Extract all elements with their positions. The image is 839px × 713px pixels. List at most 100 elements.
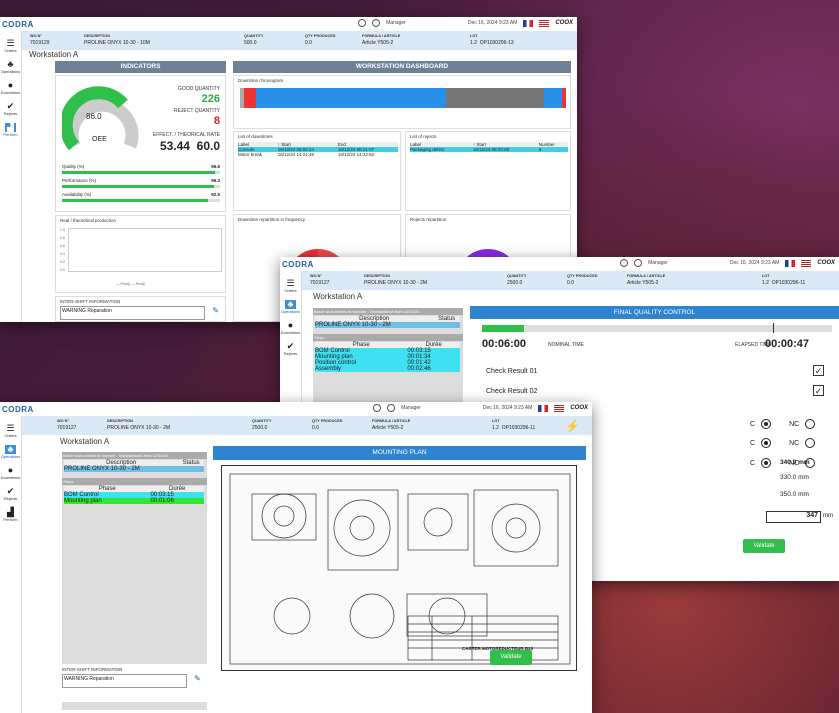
user-icon[interactable] <box>634 259 643 267</box>
nav-rejects[interactable]: ✔ Rejects <box>284 342 297 357</box>
nav-downtimes[interactable]: ● Downtimes <box>1 80 21 96</box>
list-icon: ☰ <box>286 278 295 288</box>
check-label-1: Check Result 01 <box>486 368 538 375</box>
flag-fr-icon[interactable] <box>785 259 796 267</box>
flag-us-icon[interactable] <box>539 19 550 27</box>
check-box-2[interactable]: ✓ <box>813 385 824 396</box>
list-icon: ☰ <box>6 38 15 48</box>
lot: 1.2 OP1030296-13 <box>470 40 514 46</box>
mounting-plan-window: CODRA Manager Dec 16, 2024 9:23 AM COOX … <box>0 402 592 713</box>
drawing-lines <box>229 473 571 665</box>
flag-us-icon[interactable] <box>801 259 812 267</box>
operations-icon: ♣ <box>4 445 16 454</box>
validate-button[interactable]: Validate <box>490 650 532 665</box>
nav-rejects[interactable]: ✔ Rejects <box>4 487 17 502</box>
operations-icon: ♣ <box>284 300 296 309</box>
top-bar: CODRA Manager Dec 16, 2024 9:23 AM COOX <box>280 257 839 271</box>
reject-icon: ✔ <box>6 101 15 111</box>
top-bar: CODRA Manager Dec 16, 2024 9:23 AM COOX <box>0 402 592 416</box>
table-row[interactable]: Motor break 16/12/24 14:21:46 16/12/24 14:… <box>238 152 398 157</box>
radio-c[interactable] <box>761 458 772 468</box>
kpi-bar: Performance (%) 96.3 <box>62 178 220 192</box>
nav-downtimes[interactable]: ● Downtimes <box>1 466 21 481</box>
quantity: 500.0 <box>244 40 257 46</box>
indicators-title: INDICATORS <box>55 61 226 73</box>
nav-orders[interactable]: ☰ Orders <box>4 424 16 439</box>
cnc-row: C NC <box>750 419 816 429</box>
flag-us-icon[interactable] <box>554 404 565 412</box>
step-row[interactable]: Mounting plan 00:01:06 <box>64 498 204 504</box>
app-logo: CODRA <box>2 404 34 414</box>
stop-icon: ● <box>7 80 14 90</box>
lightning-icon[interactable]: ⚡ <box>565 419 580 433</box>
table-row[interactable]: Packaging defect 16/12/24 08:20:00 8 <box>410 147 568 152</box>
y-tick: 0.4 <box>60 252 65 256</box>
workstation-title: Workstation A <box>60 437 110 446</box>
info-icon[interactable] <box>373 404 382 412</box>
step-row[interactable]: Assembly 00:02:46 <box>315 366 460 372</box>
flag-fr-icon[interactable] <box>538 404 549 412</box>
production-plot <box>68 228 222 272</box>
check-box-1[interactable]: ✓ <box>813 365 824 376</box>
nav-rejects[interactable]: ✔ Rejects <box>4 101 17 117</box>
rejects-table: Label ↑ Start Number Packaging defect 16/12/… <box>410 142 568 152</box>
datetime: Dec 16, 2024 9:23 AM <box>467 20 518 26</box>
order-header: WO N° 7019129 DESCRIPTION PROLINE ONYX 10-… <box>22 31 577 50</box>
edit-pencil-icon[interactable]: ✎ <box>212 306 219 315</box>
app-logo: CODRA <box>282 259 314 269</box>
measure-value: 330.0 mm <box>780 474 809 481</box>
edit-pencil-icon[interactable]: ✎ <box>194 674 201 683</box>
kpi-bar: Availability (%) 92.5 <box>62 192 220 206</box>
nav-downtimes[interactable]: ● Downtimes <box>281 320 301 336</box>
radio-c[interactable] <box>761 438 772 448</box>
formula: Article Y505-2 <box>362 40 394 46</box>
sidebar: ☰ Orders ♣ Operations ● Downtimes ✔ Rejects … <box>0 31 22 322</box>
inter-shift-text[interactable]: WARNING Reparation <box>60 306 205 320</box>
nav-orders[interactable]: ☰ Orders <box>4 38 16 54</box>
batch-row[interactable]: PROLINE ONYX 10-30 - 2M <box>64 466 204 472</box>
batch-panel: Batch work entries to execute - Workstat… <box>313 308 463 408</box>
y-tick: 0.2 <box>60 260 65 264</box>
nav-orders[interactable]: ☰ Orders <box>284 278 296 294</box>
nav-operations[interactable]: ♣ Operations <box>281 300 301 315</box>
technical-drawing: CARTER MOTOREDUCTEUR B20 <box>221 465 577 671</box>
nav-operations[interactable]: ♣ Operations <box>1 445 21 460</box>
y-tick: 0.0 <box>60 268 65 272</box>
measure-value: 350.0 mm <box>780 491 809 498</box>
info-icon[interactable] <box>620 259 629 267</box>
nav-perform[interactable]: ▟ Perform <box>3 508 17 523</box>
nav-operations[interactable]: ♣ Operations <box>1 60 21 75</box>
info-icon[interactable] <box>358 19 367 27</box>
top-bar: CODRA Manager Dec 16, 2024 9:23 AM COOX <box>0 17 577 31</box>
user-icon[interactable] <box>387 404 396 412</box>
gauge-value: 86.0 <box>86 112 102 121</box>
radio-nc[interactable] <box>805 419 816 429</box>
mounting-title: MOUNTING PLAN <box>213 446 586 460</box>
workstation-title: Workstation A <box>313 292 363 301</box>
dashboard-title: WORKSTATION DASHBOARD <box>233 61 571 73</box>
cnc-row: C NC <box>750 438 816 448</box>
time-progress <box>482 323 832 333</box>
sidebar: ☰ Orders ♣ Operations ● Downtimes ✔ Rejects … <box>0 416 22 713</box>
order-header: WO N° 7019127 DESCRIPTION PROLINE ONYX 10-… <box>302 271 839 290</box>
description: PROLINE ONYX 10-30 - 10M <box>84 40 150 46</box>
inter-shift-panel: INTER-SHIFT INFORMATION WARNING Reparati… <box>62 664 207 702</box>
stop-icon: ● <box>287 320 294 330</box>
y-tick: 0.6 <box>60 244 65 248</box>
inter-shift-text[interactable]: WARNING Reparation <box>62 674 187 688</box>
downtime-chronogram: Downtime chronogram <box>233 75 571 129</box>
user-icon[interactable] <box>372 19 381 27</box>
steps-table: Phase Durée BOM Control 00:03:15 Mounting pl… <box>64 486 204 504</box>
radio-c[interactable] <box>761 419 772 429</box>
batch-row[interactable]: PROLINE ONYX 10-30 - 2M <box>315 322 460 328</box>
flag-fr-icon[interactable] <box>523 19 534 27</box>
chart-icon: ▟ <box>4 123 16 132</box>
measure-input[interactable]: 347 <box>766 511 821 523</box>
downtimes-table: Label ↑ Start End Console 16/12/24 08:02:24 1… <box>238 142 398 157</box>
y-axis-ticks: 1.0 0.8 0.6 0.4 0.2 0.0 <box>60 226 65 274</box>
downtimes-list: List of downtimes Label ↑ Start End Console… <box>233 131 401 211</box>
radio-nc[interactable] <box>805 438 816 448</box>
nav-perform[interactable]: ▟ Perform <box>3 123 17 138</box>
validate-button[interactable]: Validate <box>743 539 785 553</box>
brand-logo: COOX <box>555 20 573 26</box>
